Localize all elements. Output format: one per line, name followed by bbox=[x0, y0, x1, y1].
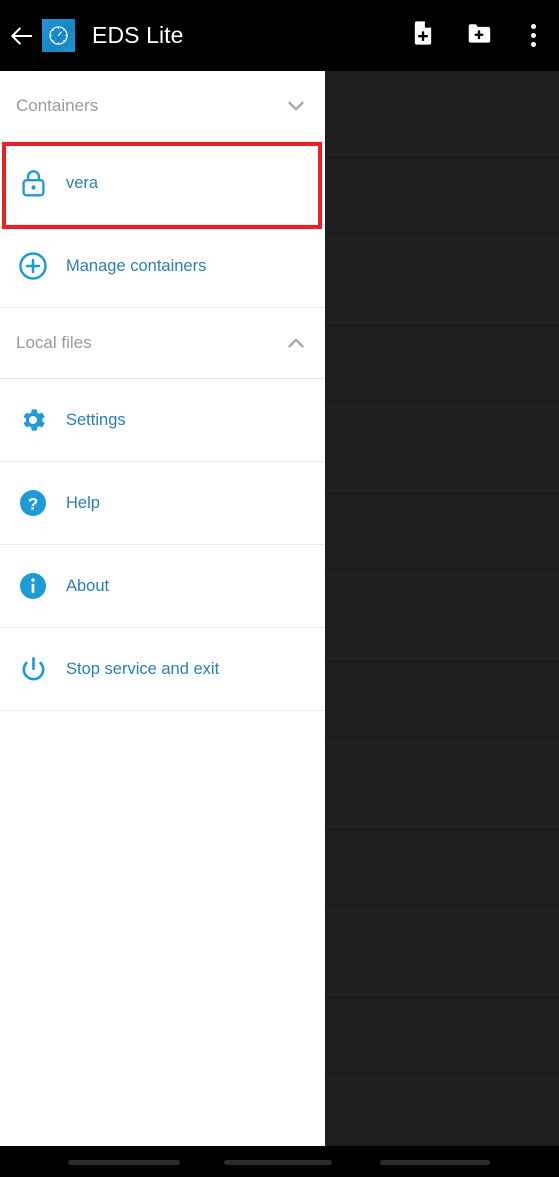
home-pill[interactable] bbox=[224, 1160, 332, 1165]
system-navigation-bar bbox=[0, 1146, 559, 1177]
folder-plus-icon bbox=[465, 19, 493, 52]
back-arrow-icon[interactable] bbox=[0, 0, 44, 71]
drawer-item-label: Stop service and exit bbox=[66, 659, 220, 678]
eds-clock-icon bbox=[42, 19, 75, 52]
section-header-containers[interactable]: Containers bbox=[0, 71, 325, 142]
new-folder-button[interactable] bbox=[451, 0, 507, 71]
help-circle-icon: ? bbox=[16, 486, 50, 520]
drawer-item-about[interactable]: About bbox=[0, 545, 325, 628]
more-vertical-icon bbox=[530, 42, 536, 47]
lock-icon bbox=[16, 166, 50, 200]
new-file-button[interactable] bbox=[395, 0, 451, 71]
section-title-local-files: Local files bbox=[16, 333, 92, 352]
drawer-item-vera[interactable]: vera bbox=[0, 142, 325, 225]
drawer-empty-space bbox=[0, 711, 325, 1061]
gear-icon bbox=[16, 403, 50, 437]
section-header-local-files[interactable]: Local files bbox=[0, 308, 325, 379]
drawer-item-label: About bbox=[66, 576, 110, 595]
power-icon bbox=[16, 652, 50, 686]
drawer-item-label: Settings bbox=[66, 410, 126, 429]
drawer-item-stop-service[interactable]: Stop service and exit bbox=[0, 628, 325, 711]
file-plus-icon bbox=[409, 19, 437, 52]
overflow-menu-button[interactable] bbox=[507, 0, 559, 71]
chevron-down-icon[interactable] bbox=[283, 93, 309, 119]
drawer-item-label: Help bbox=[66, 493, 100, 512]
app-bar: EDS Lite bbox=[0, 0, 559, 71]
chevron-up-icon[interactable] bbox=[283, 330, 309, 356]
section-title-containers: Containers bbox=[16, 96, 99, 115]
navigation-drawer: Containers vera Manage containers Local … bbox=[0, 71, 325, 1146]
container-row-wrapper: vera bbox=[0, 142, 325, 229]
info-circle-icon bbox=[16, 569, 50, 603]
plus-circle-icon bbox=[16, 249, 50, 283]
drawer-item-label: vera bbox=[66, 173, 99, 192]
recents-pill[interactable] bbox=[68, 1160, 180, 1165]
more-vertical-icon bbox=[530, 24, 536, 29]
drawer-item-label: Manage containers bbox=[66, 256, 207, 275]
drawer-item-settings[interactable]: Settings bbox=[0, 379, 325, 462]
page-title: EDS Lite bbox=[92, 22, 184, 48]
drawer-item-help[interactable]: ? Help bbox=[0, 462, 325, 545]
app-screen: Containers vera Manage containers Local … bbox=[0, 0, 559, 1177]
drawer-item-manage-containers[interactable]: Manage containers bbox=[0, 225, 325, 308]
back-pill[interactable] bbox=[380, 1160, 490, 1165]
svg-text:?: ? bbox=[28, 494, 38, 513]
app-bar-actions bbox=[395, 0, 559, 71]
more-vertical-icon bbox=[530, 33, 536, 38]
